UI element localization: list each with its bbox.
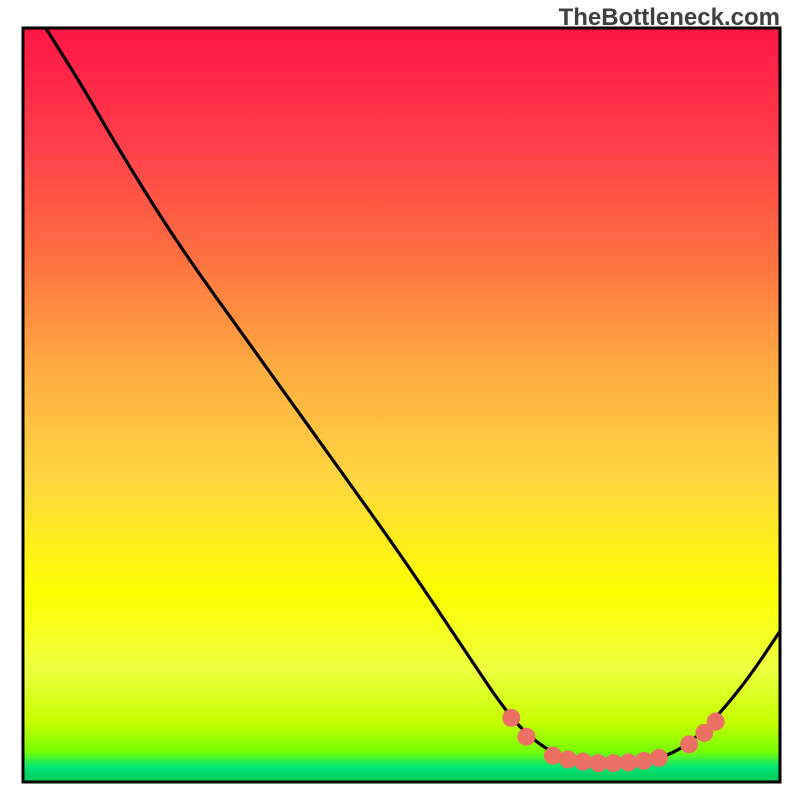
data-marker: [502, 709, 520, 727]
watermark-text: TheBottleneck.com: [559, 4, 780, 32]
bottleneck-chart: [0, 0, 800, 800]
data-marker: [544, 747, 562, 765]
data-marker: [635, 752, 653, 770]
chart-container: TheBottleneck.com: [0, 0, 800, 800]
data-marker: [517, 728, 535, 746]
data-marker: [707, 713, 725, 731]
data-marker: [559, 750, 577, 768]
data-marker: [650, 749, 668, 767]
data-marker: [680, 735, 698, 753]
gradient-background: [23, 28, 780, 782]
